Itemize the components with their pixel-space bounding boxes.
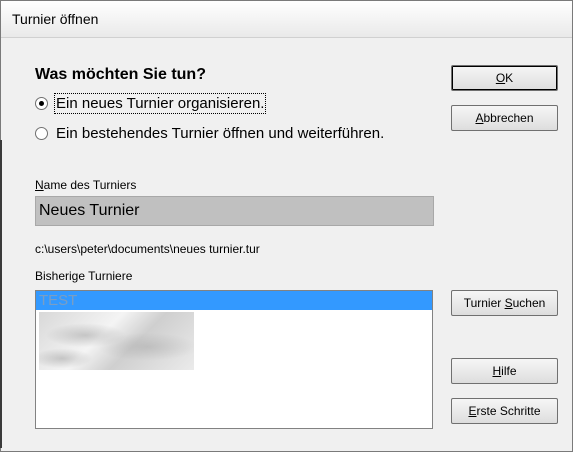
radio-label-new: Ein neues Turnier organisieren. [53,92,267,114]
radio-button-selected-icon[interactable] [35,96,48,110]
tournament-list[interactable]: TEST [35,290,433,429]
title-bar: Turnier öffnen [1,1,572,38]
dialog-window: Turnier öffnen Was möchten Sie tun? Ein … [0,0,573,452]
first-steps-button[interactable]: Erste Schritte [451,398,558,424]
radio-label-existing: Ein bestehendes Turnier öffnen und weite… [56,124,385,142]
window-edge-divider [0,140,2,448]
cancel-button[interactable]: Abbrechen [451,105,558,131]
question-heading: Was möchten Sie tun? [35,66,206,83]
ok-button[interactable]: OK [451,65,558,91]
radio-button-icon[interactable] [35,126,48,140]
list-label: Bisherige Turniere [35,269,133,283]
radio-new-tournament[interactable]: Ein neues Turnier organisieren. [35,92,267,114]
search-tournament-button[interactable]: Turnier Suchen [451,290,558,316]
list-item[interactable]: TEST [36,291,432,310]
help-button[interactable]: Hilfe [451,358,558,384]
thumbnail-image [39,312,194,370]
tournament-name-field[interactable]: Neues Turnier [35,196,434,226]
window-title: Turnier öffnen [12,11,99,27]
file-path-text: c:\users\peter\documents\neues turnier.t… [35,242,260,256]
name-field-label: Name des Turniers [35,178,137,192]
radio-open-existing[interactable]: Ein bestehendes Turnier öffnen und weite… [35,123,384,143]
